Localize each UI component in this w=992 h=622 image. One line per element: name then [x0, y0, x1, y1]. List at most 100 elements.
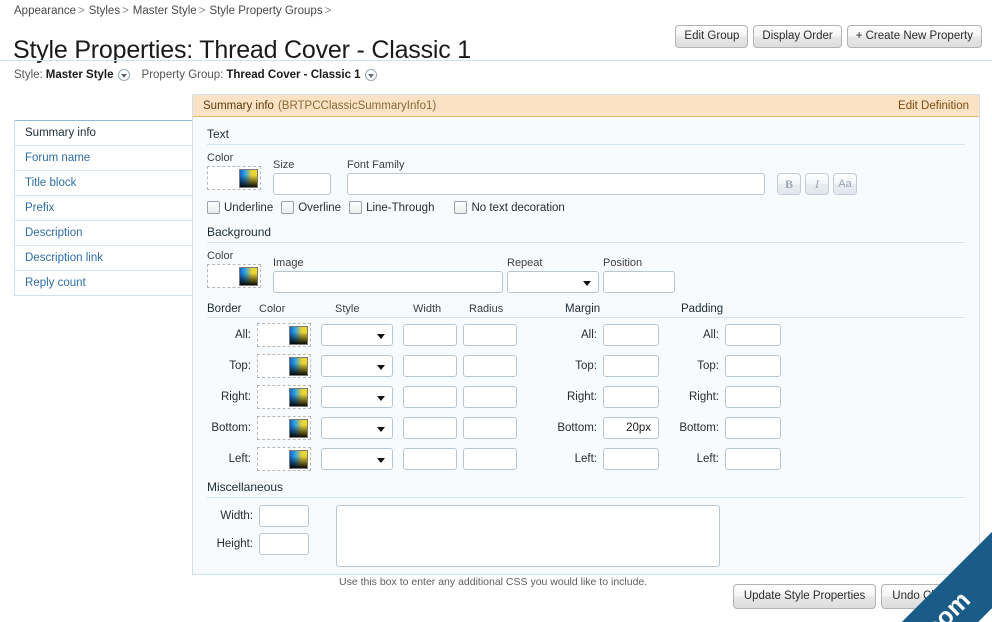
text-color-label: Color: [207, 152, 234, 164]
sidebar-item-title-block[interactable]: Title block: [15, 170, 196, 195]
style-filter-label: Style:: [14, 69, 43, 81]
background-fields-row: Color Image Repeat Position: [207, 250, 965, 293]
background-repeat-label: Repeat: [507, 257, 543, 269]
property-group-filter-label: Property Group:: [141, 69, 224, 81]
border-width-input-right[interactable]: [403, 386, 457, 408]
line-through-checkbox-item[interactable]: Line-Through: [349, 201, 434, 214]
display-order-button[interactable]: Display Order: [753, 25, 842, 48]
overline-checkbox-item[interactable]: Overline: [281, 201, 341, 214]
misc-width-row: Width:: [207, 505, 317, 527]
border-radius-input-right[interactable]: [463, 386, 517, 408]
breadcrumb-separator: >: [198, 5, 206, 17]
background-position-label: Position: [603, 257, 643, 269]
sidebar-item-prefix[interactable]: Prefix: [15, 195, 196, 220]
bold-button[interactable]: B: [777, 173, 801, 195]
border-color-picker-right[interactable]: [257, 385, 311, 409]
additional-css-textarea[interactable]: [336, 505, 720, 567]
padding-input-left[interactable]: [725, 448, 781, 470]
line-through-checkbox[interactable]: [349, 201, 363, 214]
edit-definition-link[interactable]: Edit Definition: [898, 100, 969, 112]
misc-height-input[interactable]: [259, 533, 309, 555]
breadcrumb: Appearance > Styles > Master Style > Style Pro…: [14, 5, 335, 17]
padding-row-label-all: All:: [703, 329, 719, 341]
color-swatch-icon: [289, 419, 308, 438]
text-size-input[interactable]: [273, 173, 331, 195]
sidebar-item-description[interactable]: Description: [15, 220, 196, 245]
padding-row-label-left: Left:: [696, 453, 719, 465]
no-text-decoration-checkbox-item[interactable]: No text decoration: [454, 201, 565, 214]
border-color-picker-left[interactable]: [257, 447, 311, 471]
font-family-input[interactable]: [347, 173, 765, 195]
box-model-header-row: Border Color Style Width Radius Margin P…: [207, 303, 965, 315]
border-width-input-top[interactable]: [403, 355, 457, 377]
margin-row-label-right: Right:: [566, 391, 597, 403]
margin-input-top[interactable]: [603, 355, 659, 377]
sidebar-item-summary-info[interactable]: Summary info: [15, 120, 196, 145]
sidebar-item-reply-count[interactable]: Reply count: [15, 270, 196, 295]
margin-input-left[interactable]: [603, 448, 659, 470]
border-radius-heading: Radius: [469, 303, 504, 315]
background-image-input[interactable]: [273, 271, 503, 293]
overline-checkbox[interactable]: [281, 201, 295, 214]
color-swatch-icon: [289, 326, 308, 345]
background-repeat-select[interactable]: [507, 271, 599, 293]
border-radius-input-left[interactable]: [463, 448, 517, 470]
margin-heading: Margin: [565, 303, 601, 315]
margin-row-label-all: All:: [581, 329, 597, 341]
app-root: Appearance > Styles > Master Style > Style Pro…: [0, 0, 992, 622]
text-transform-button[interactable]: Aa: [833, 173, 857, 195]
breadcrumb-item-master-style[interactable]: Master Style: [133, 5, 197, 17]
margin-input-bottom[interactable]: [603, 417, 659, 439]
no-text-decoration-checkbox[interactable]: [454, 201, 468, 214]
underline-checkbox-item[interactable]: Underline: [207, 201, 273, 214]
breadcrumb-item-styles[interactable]: Styles: [89, 5, 120, 17]
border-style-select-all[interactable]: [321, 324, 393, 346]
sidebar-item-description-link[interactable]: Description link: [15, 245, 196, 270]
border-radius-input-all[interactable]: [463, 324, 517, 346]
color-swatch-icon: [289, 388, 308, 407]
breadcrumb-item-appearance[interactable]: Appearance: [14, 5, 76, 17]
border-color-picker-all[interactable]: [257, 323, 311, 347]
margin-row-label-bottom: Bottom:: [557, 422, 597, 434]
background-position-input[interactable]: [603, 271, 675, 293]
property-group-dropdown-chevron-down-icon[interactable]: [364, 69, 377, 81]
title-divider: [0, 60, 992, 61]
create-new-property-button[interactable]: + Create New Property: [846, 25, 982, 48]
background-image-label: Image: [273, 257, 304, 269]
border-style-select-right[interactable]: [321, 386, 393, 408]
padding-input-right[interactable]: [725, 386, 781, 408]
margin-row-label-top: Top:: [575, 360, 597, 372]
background-section-heading: Background: [207, 225, 272, 239]
border-width-input-all[interactable]: [403, 324, 457, 346]
border-width-input-left[interactable]: [403, 448, 457, 470]
padding-input-all[interactable]: [725, 324, 781, 346]
border-color-picker-bottom[interactable]: [257, 416, 311, 440]
sidebar-item-forum-name[interactable]: Forum name: [15, 145, 196, 170]
border-style-select-top[interactable]: [321, 355, 393, 377]
padding-input-bottom[interactable]: [725, 417, 781, 439]
underline-checkbox[interactable]: [207, 201, 220, 214]
border-style-select-left[interactable]: [321, 448, 393, 470]
text-color-picker[interactable]: [207, 166, 261, 190]
breadcrumb-item-style-property-groups[interactable]: Style Property Groups: [209, 5, 322, 17]
italic-button[interactable]: I: [805, 173, 829, 195]
style-filter-value: Master Style: [45, 69, 114, 81]
margin-input-all[interactable]: [603, 324, 659, 346]
update-style-properties-button[interactable]: Update Style Properties: [732, 584, 877, 609]
edit-group-button[interactable]: Edit Group: [675, 25, 749, 48]
border-color-picker-top[interactable]: [257, 354, 311, 378]
text-style-buttons: B I Aa: [777, 173, 857, 195]
undo-changes-button[interactable]: Undo Changes: [881, 584, 980, 609]
misc-width-input[interactable]: [259, 505, 309, 527]
padding-input-top[interactable]: [725, 355, 781, 377]
border-radius-input-top[interactable]: [463, 355, 517, 377]
margin-input-right[interactable]: [603, 386, 659, 408]
background-color-label: Color: [207, 250, 234, 262]
background-color-picker[interactable]: [207, 264, 261, 288]
style-dropdown-chevron-down-icon[interactable]: [117, 69, 130, 81]
misc-width-label: Width:: [220, 510, 253, 522]
border-row-label-right: Right:: [220, 391, 251, 403]
border-width-input-bottom[interactable]: [403, 417, 457, 439]
border-radius-input-bottom[interactable]: [463, 417, 517, 439]
border-style-select-bottom[interactable]: [321, 417, 393, 439]
